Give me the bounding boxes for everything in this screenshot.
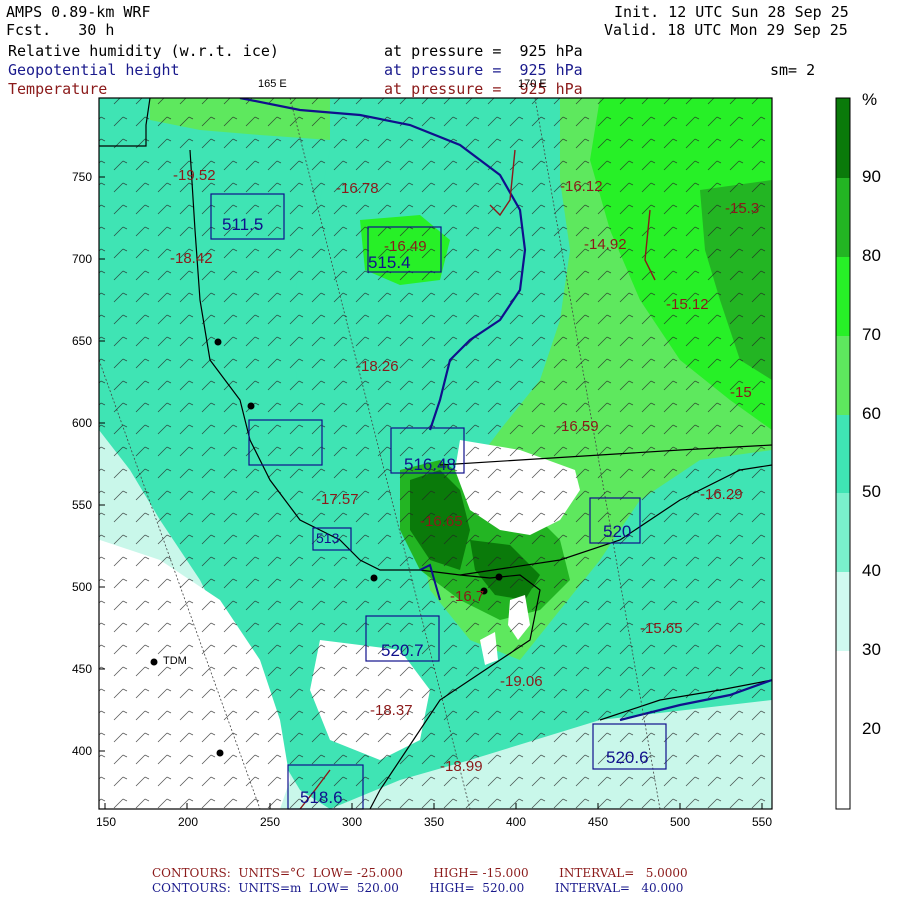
temp-label: -16.65 [420,513,463,530]
temp-label: -16.59 [556,418,599,435]
station-dot [247,402,255,410]
footer-temp-contours: CONTOURS: UNITS=°C LOW= -25.000 HIGH= -1… [152,866,688,880]
colorbar-label-90: 90 [862,167,881,186]
footer-height-contours: CONTOURS: UNITS=m LOW= 520.00 HIGH= 520.… [152,881,684,895]
colorbar-swatch-30 [836,572,850,651]
colorbar-unit: % [862,90,878,109]
y-tick-label: 650 [72,334,93,348]
height-label: 520.6 [606,748,649,767]
colorbar-swatch-60 [836,336,850,415]
temp-label: -14.92 [584,236,627,253]
y-tick-label: 600 [72,416,93,430]
x-tick-label: 200 [178,815,199,829]
colorbar-label-30: 30 [862,640,881,659]
colorbar-swatch-90 [836,98,850,178]
temp-label: -19.52 [173,167,216,184]
y-tick-label: 700 [72,252,93,266]
height-label: 511.5 [222,215,264,234]
temp-label: -18.42 [170,250,213,267]
temp-label: -16.29 [700,486,743,503]
y-tick-label: 400 [72,744,93,758]
temp-label: -19.06 [500,673,543,690]
colorbar-swatch-20 [836,651,850,809]
y-tick-label: 550 [72,498,93,512]
x-tick-label: 150 [96,815,117,829]
temp-label: -15.12 [666,296,709,313]
lon-label-165e: 165 E [258,78,287,90]
temp-label: -15.3 [725,200,760,217]
temp-label: -17.57 [316,491,359,508]
colorbar-label-60: 60 [862,404,881,423]
x-tick-label: 250 [260,815,281,829]
y-tick-label: 500 [72,580,93,594]
humidity-field [99,98,772,809]
height-label: 515.4 [368,253,411,272]
height-label: 516.48 [404,455,456,474]
temp-label: -15 [730,384,752,401]
x-tick-label: 300 [342,815,363,829]
colorbar-label-40: 40 [862,561,881,580]
temp-label: -16.12 [560,178,603,195]
height-label: 513 [316,530,340,546]
x-tick-label: 550 [752,815,773,829]
colorbar-swatch-50 [836,415,850,493]
station-dot [214,338,222,346]
temp-label: -18.99 [440,758,483,775]
height-label: 518.6 [300,788,343,807]
station-dot [495,573,503,581]
station-dot [150,658,158,666]
station-dot [370,574,378,582]
x-tick-label: 450 [588,815,609,829]
station-label-tdm: TDM [163,655,187,667]
height-label: 520.7 [381,641,424,660]
x-tick-label: 500 [670,815,691,829]
colorbar-label-50: 50 [862,482,881,501]
temp-label: -18.26 [356,358,399,375]
temp-label: -18.37 [370,702,413,719]
y-tick-label: 750 [72,170,93,184]
station-dot [216,749,224,757]
height-label: 520 [603,522,632,541]
colorbar-label-20: 20 [862,719,881,738]
temp-label: -16.78 [336,180,379,197]
colorbar [835,97,851,810]
y-tick-label: 450 [72,662,93,676]
temp-label: -16.7 [450,588,485,605]
colorbar-swatch-40 [836,493,850,572]
colorbar-swatch-70 [836,257,850,336]
x-tick-label: 400 [506,815,527,829]
temp-label: -15.65 [640,620,683,637]
x-tick-label: 350 [424,815,445,829]
lon-label-170e: 170 E [518,78,547,90]
colorbar-swatch-80 [836,178,850,257]
colorbar-label-80: 80 [862,246,881,265]
colorbar-label-70: 70 [862,325,881,344]
temp-label: -16.49 [384,238,427,255]
